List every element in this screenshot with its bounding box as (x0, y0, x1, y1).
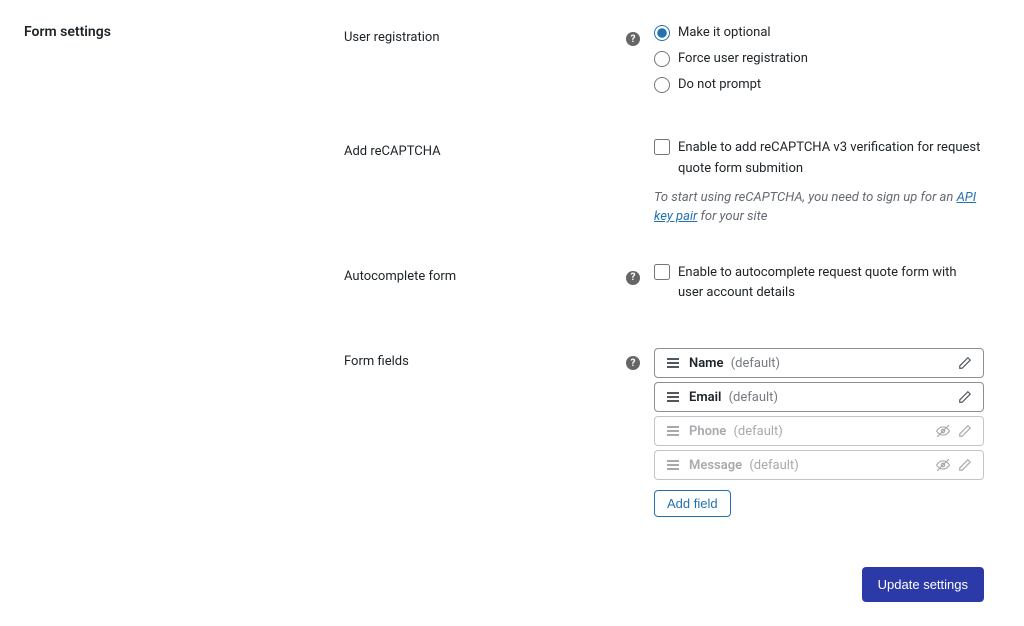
edit-icon[interactable] (957, 389, 973, 405)
recaptcha-row: Add reCAPTCHA Enable to add reCAPTCHA v3… (24, 138, 1000, 227)
visibility-off-icon[interactable] (935, 457, 951, 473)
form-field-item[interactable]: Message (default) (654, 450, 984, 480)
form-field-default-label: (default) (749, 458, 798, 473)
recaptcha-checkbox-input[interactable] (654, 139, 670, 155)
radio-force-label: Force user registration (678, 50, 808, 68)
radio-optional-input[interactable] (654, 25, 670, 41)
autocomplete-label-col: Autocomplete form ? (344, 263, 654, 285)
form-fields-label: Form fields (344, 354, 409, 369)
autocomplete-checkbox-label: Enable to autocomplete request quote for… (678, 263, 984, 305)
help-icon[interactable]: ? (626, 32, 640, 46)
footer-actions: Update settings (24, 567, 984, 602)
drag-handle-icon[interactable] (665, 357, 681, 369)
form-settings-panel: Form settings User registration ? Make i… (24, 24, 1000, 602)
help-icon[interactable]: ? (626, 356, 640, 370)
form-field-default-label: (default) (733, 424, 782, 439)
form-field-name: Message (default) (689, 458, 935, 473)
radio-noprompt-input[interactable] (654, 77, 670, 93)
user-registration-label: User registration (344, 30, 440, 45)
section-title: Form settings (24, 24, 344, 40)
drag-handle-icon[interactable] (665, 425, 681, 437)
form-field-item[interactable]: Name (default) (654, 348, 984, 378)
autocomplete-checkbox-input[interactable] (654, 264, 670, 280)
recaptcha-input-col: Enable to add reCAPTCHA v3 verification … (654, 138, 984, 227)
radio-optional-label: Make it optional (678, 24, 771, 42)
autocomplete-input-col: Enable to autocomplete request quote for… (654, 263, 984, 313)
edit-icon[interactable] (957, 457, 973, 473)
edit-icon[interactable] (957, 423, 973, 439)
radio-force[interactable]: Force user registration (654, 50, 984, 68)
recaptcha-label: Add reCAPTCHA (344, 144, 441, 159)
autocomplete-label: Autocomplete form (344, 269, 456, 284)
form-fields-label-col: Form fields ? (344, 348, 654, 370)
form-field-actions (935, 457, 973, 473)
edit-icon[interactable] (957, 355, 973, 371)
radio-force-input[interactable] (654, 51, 670, 67)
form-field-name: Name (default) (689, 356, 957, 371)
form-field-default-label: (default) (731, 356, 780, 371)
user-registration-label-col: User registration ? (344, 24, 654, 46)
autocomplete-checkbox[interactable]: Enable to autocomplete request quote for… (654, 263, 984, 305)
help-icon[interactable]: ? (626, 271, 640, 285)
form-field-name: Email (default) (689, 390, 957, 405)
form-field-name: Phone (default) (689, 424, 935, 439)
drag-handle-icon[interactable] (665, 459, 681, 471)
form-field-item[interactable]: Phone (default) (654, 416, 984, 446)
recaptcha-checkbox[interactable]: Enable to add reCAPTCHA v3 verification … (654, 138, 984, 180)
recaptcha-help-before: To start using reCAPTCHA, you need to si… (654, 190, 957, 205)
form-fields-list: Name (default) Email (default) Phone (defa… (654, 348, 984, 517)
recaptcha-help-text: To start using reCAPTCHA, you need to si… (654, 188, 984, 227)
visibility-off-icon[interactable] (935, 423, 951, 439)
update-settings-button[interactable]: Update settings (862, 567, 984, 602)
form-field-actions (957, 389, 973, 405)
recaptcha-checkbox-label: Enable to add reCAPTCHA v3 verification … (678, 138, 984, 180)
form-fields-row: Form fields ? Name (default) Email (defau… (24, 348, 1000, 517)
form-field-default-label: (default) (729, 390, 778, 405)
radio-noprompt-label: Do not prompt (678, 76, 761, 94)
add-field-button[interactable]: Add field (654, 490, 731, 517)
autocomplete-row: Autocomplete form ? Enable to autocomple… (24, 263, 1000, 313)
form-field-item[interactable]: Email (default) (654, 382, 984, 412)
user-registration-options: Make it optional Force user registration… (654, 24, 984, 102)
drag-handle-icon[interactable] (665, 391, 681, 403)
form-field-actions (957, 355, 973, 371)
radio-noprompt[interactable]: Do not prompt (654, 76, 984, 94)
recaptcha-label-col: Add reCAPTCHA (344, 138, 654, 159)
recaptcha-help-after: for your site (697, 209, 767, 224)
form-field-actions (935, 423, 973, 439)
radio-optional[interactable]: Make it optional (654, 24, 984, 42)
user-registration-row: Form settings User registration ? Make i… (24, 24, 1000, 102)
